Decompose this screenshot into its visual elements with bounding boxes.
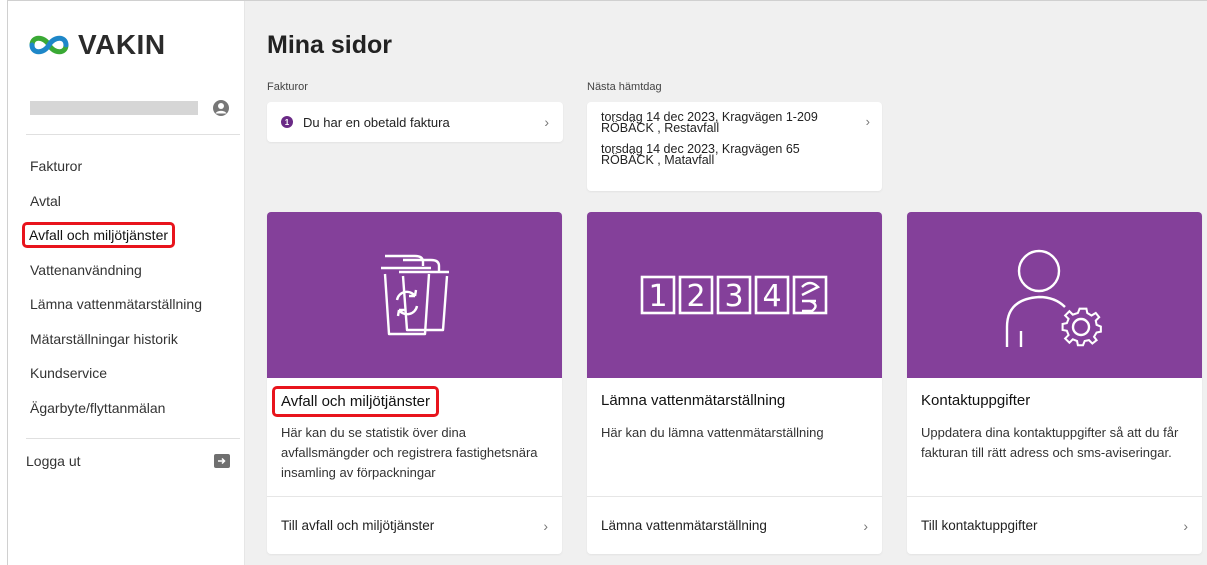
sidebar-nav: Fakturor Avtal Avfall och miljötjänster …	[22, 149, 240, 426]
tile-vattenmatarstallning[interactable]: 1 2 3 4 Lämna vattenmätarställning Här k…	[587, 212, 882, 554]
meter-digit: 4	[762, 279, 781, 314]
tile-header	[907, 212, 1202, 378]
chevron-right-icon: ›	[865, 114, 870, 129]
tile-link-kontaktuppgifter[interactable]: Till kontaktuppgifter ›	[907, 496, 1202, 554]
page-title: Mina sidor	[267, 31, 393, 59]
sidebar-item-avfall[interactable]: Avfall och miljötjänster	[22, 218, 240, 253]
sidebar-divider	[26, 134, 240, 135]
pickup-card[interactable]: torsdag 14 dec 2023, Kragvägen 1-209 RÖB…	[587, 102, 882, 191]
pickup-item: torsdag 14 dec 2023, Kragvägen 1-209 RÖB…	[601, 110, 818, 135]
user-settings-icon	[1005, 249, 1102, 347]
logout-icon	[214, 454, 230, 468]
tile-title: Kontaktuppgifter	[921, 392, 1031, 409]
invoice-count-badge: 1	[281, 116, 293, 128]
tile-link-label: Till kontaktuppgifter	[921, 518, 1038, 533]
sidebar-item-label: Vattenanvändning	[30, 261, 142, 278]
chevron-right-icon: ›	[863, 517, 868, 534]
sidebar-item-label: Ägarbyte/flyttanmälan	[30, 399, 166, 416]
sidebar-item-vattenanvandning[interactable]: Vattenanvändning	[26, 253, 240, 288]
tile-header: 1 2 3 4	[587, 212, 882, 378]
meter-digit: 2	[686, 279, 705, 314]
sidebar-item-agarbyte[interactable]: Ägarbyte/flyttanmälan	[26, 391, 240, 426]
sidebar-item-label: Kundservice	[30, 365, 108, 382]
tile-link-vattenmatarstallning[interactable]: Lämna vattenmätarställning ›	[587, 496, 882, 554]
sidebar-item-avtal[interactable]: Avtal	[26, 184, 240, 219]
user-row[interactable]	[30, 99, 230, 117]
sidebar-item-label: Lämna vattenmätarställning	[30, 296, 202, 313]
chevron-right-icon: ›	[1183, 517, 1188, 534]
sidebar-divider	[26, 438, 240, 439]
meter-digit: 1	[648, 279, 667, 314]
tile-title: Avfall och miljötjänster	[272, 386, 439, 417]
tile-header	[267, 212, 562, 378]
pickup-label: Nästa hämtdag	[587, 81, 662, 93]
tile-description: Här kan du se statistik över dina avfall…	[281, 425, 538, 480]
meter-digit: 3	[724, 279, 743, 314]
sidebar-item-lamna-matarstallning[interactable]: Lämna vattenmätarställning	[26, 287, 240, 322]
tile-description: Uppdatera dina kontaktuppgifter så att d…	[921, 425, 1179, 460]
invoice-text: Du har en obetald faktura	[303, 114, 450, 130]
sidebar-item-label: Mätarställningar historik	[30, 330, 178, 347]
sidebar-item-kundservice[interactable]: Kundservice	[26, 356, 240, 391]
sidebar-item-matarstallningar-historik[interactable]: Mätarställningar historik	[26, 322, 240, 357]
sidebar-item-label: Avtal	[30, 192, 61, 209]
main-content: Mina sidor Fakturor 1 Du har en obetald …	[245, 1, 1207, 565]
sidebar-item-label: Fakturor	[30, 158, 83, 175]
sidebar: VAKIN Fakturor Avtal Avfall och miljötjä…	[8, 1, 245, 565]
chevron-right-icon: ›	[544, 114, 549, 130]
vakin-logo[interactable]: VAKIN	[26, 29, 166, 61]
unpaid-invoice-card[interactable]: 1 Du har en obetald faktura ›	[267, 102, 563, 142]
meter-digits-icon: 1 2 3 4	[640, 275, 827, 315]
chevron-right-icon: ›	[543, 517, 548, 534]
sidebar-item-fakturor[interactable]: Fakturor	[26, 149, 240, 184]
sidebar-item-label: Avfall och miljötjänster	[22, 222, 176, 249]
account-circle-icon[interactable]	[212, 99, 230, 117]
tile-avfall[interactable]: Avfall och miljötjänster Här kan du se s…	[267, 212, 562, 554]
tile-title: Lämna vattenmätarställning	[601, 392, 786, 409]
invoices-label: Fakturor	[267, 81, 308, 93]
logout-button[interactable]: Logga ut	[26, 453, 230, 469]
tile-link-label: Lämna vattenmätarställning	[601, 518, 767, 533]
tile-description: Här kan du lämna vattenmätarställning	[601, 425, 824, 440]
tile-link-label: Till avfall och miljötjänster	[281, 518, 435, 533]
vakin-logo-icon	[29, 35, 69, 55]
tile-link-avfall[interactable]: Till avfall och miljötjänster ›	[267, 496, 562, 554]
user-name-placeholder	[30, 101, 198, 115]
logout-label: Logga ut	[26, 453, 81, 469]
waste-bins-icon	[380, 254, 449, 336]
logo-text: VAKIN	[78, 29, 166, 60]
tile-kontaktuppgifter[interactable]: Kontaktuppgifter Uppdatera dina kontaktu…	[907, 212, 1202, 554]
pickup-item: torsdag 14 dec 2023, Kragvägen 65 RÖBÄCK…	[601, 142, 800, 167]
